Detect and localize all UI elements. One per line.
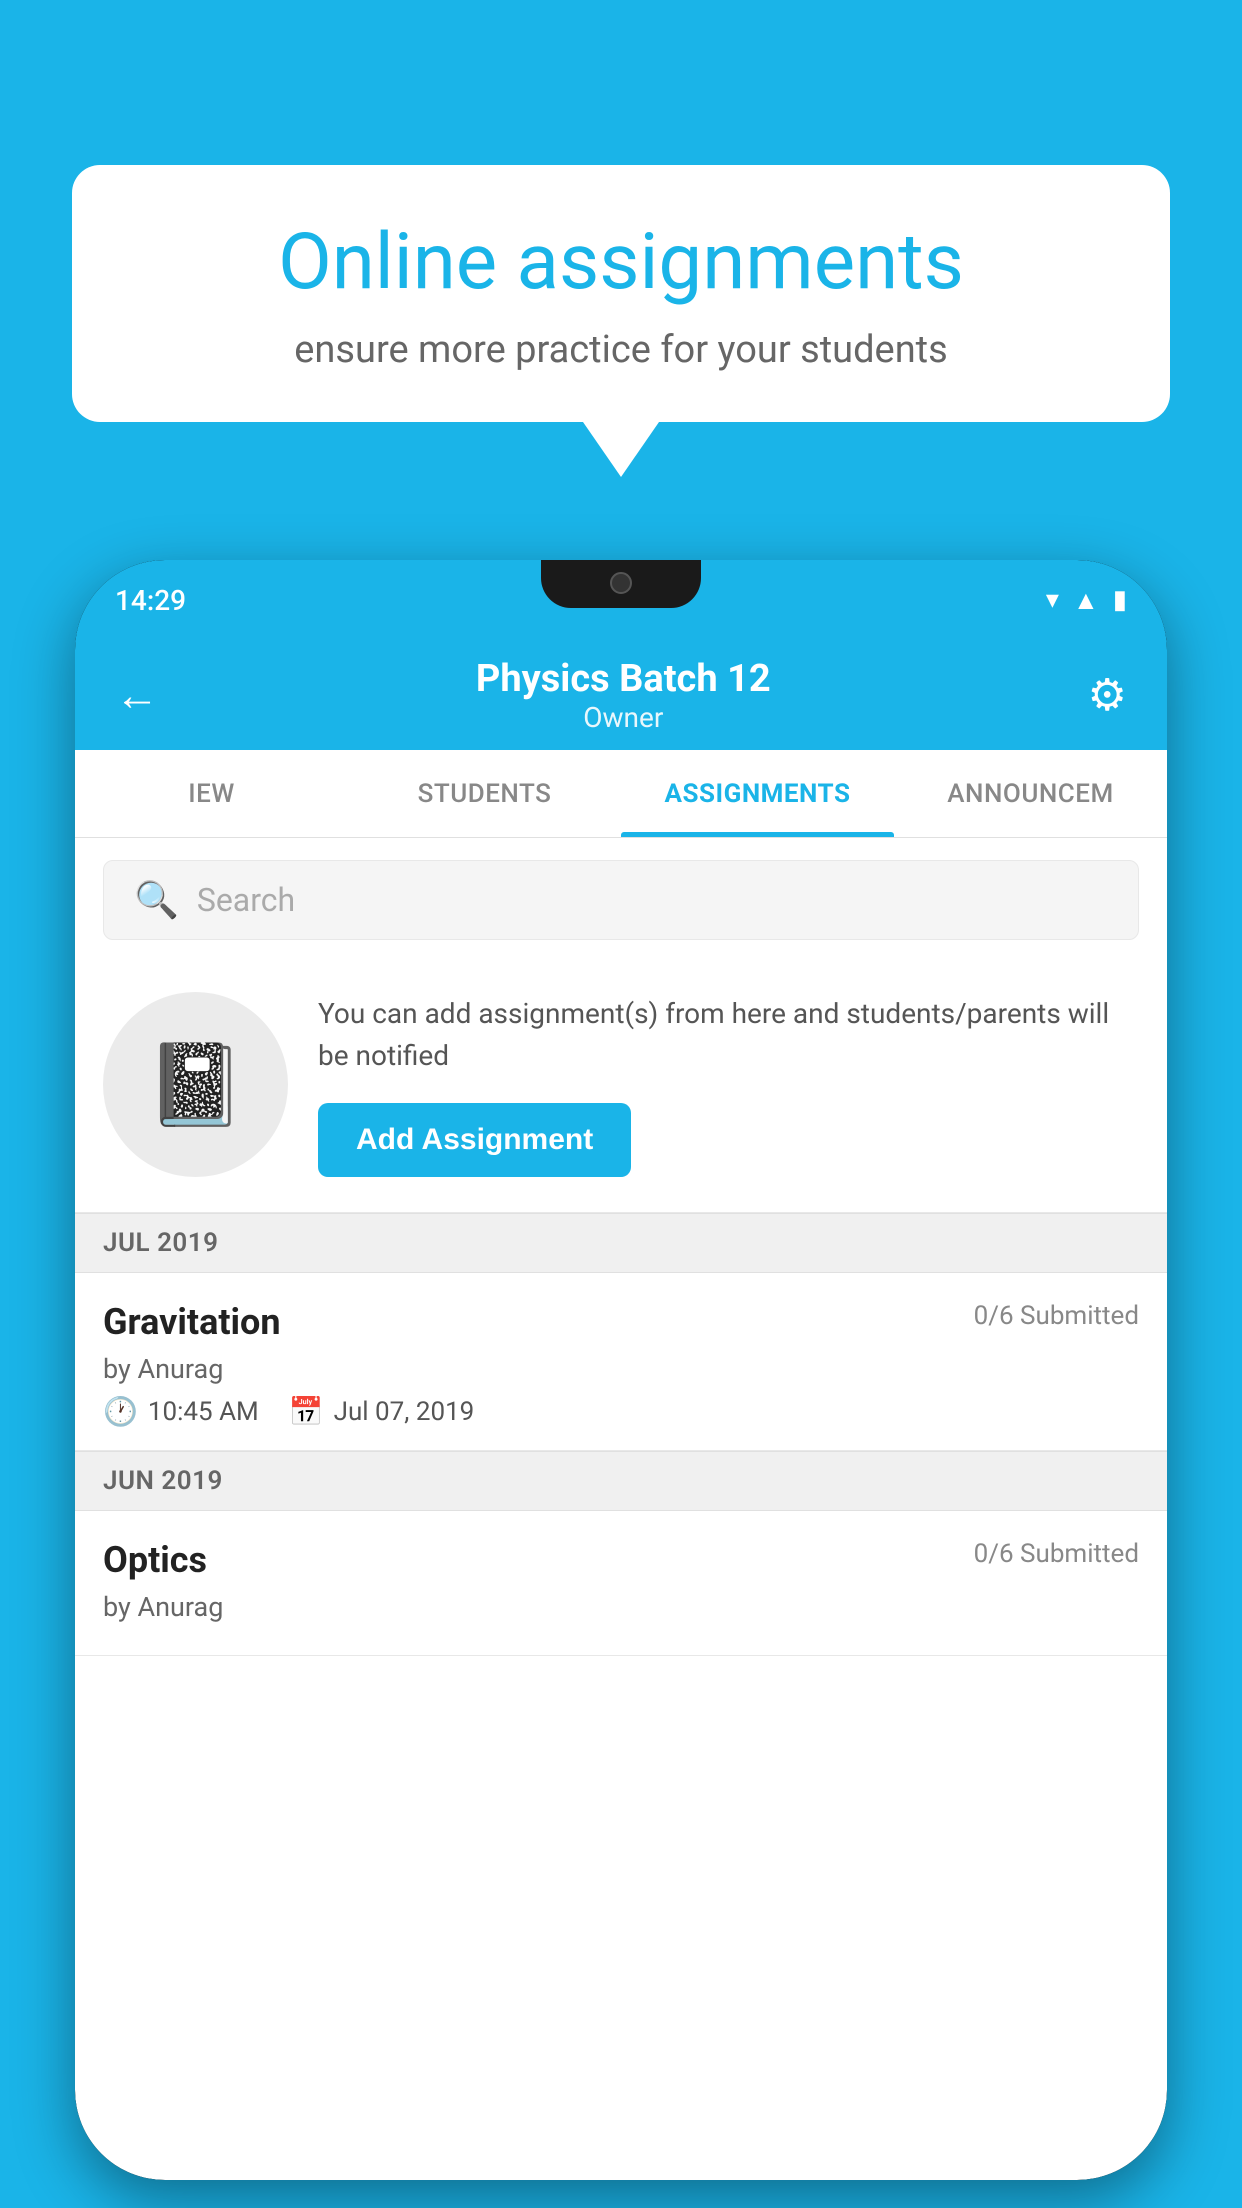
tab-announcements[interactable]: ANNOUNCEM [894,750,1167,837]
assignment-date: 📅 Jul 07, 2019 [289,1395,475,1428]
status-icons: ▾ ▲ ▮ [1046,585,1127,616]
clock-icon: 🕐 [103,1395,138,1428]
search-icon: 🔍 [134,879,179,921]
assignment-top-row-2: Optics 0/6 Submitted [103,1539,1139,1581]
assignment-gravitation[interactable]: Gravitation 0/6 Submitted by Anurag 🕐 10… [75,1273,1167,1451]
assignment-by: by Anurag [103,1353,1139,1385]
assignment-icon-circle: 📓 [103,992,288,1177]
time-value: 10:45 AM [148,1397,259,1427]
tab-assignments[interactable]: ASSIGNMENTS [621,750,894,837]
phone-frame: 14:29 ▾ ▲ ▮ ← Physics Batch 12 Owner ⚙ I… [75,560,1167,2180]
assignment-by-optics: by Anurag [103,1591,1139,1623]
assignment-time: 🕐 10:45 AM [103,1395,259,1428]
assignment-title-optics: Optics [103,1539,207,1581]
notch [541,560,701,608]
back-button[interactable]: ← [115,669,159,721]
battery-icon: ▮ [1113,585,1127,615]
status-bar: 14:29 ▾ ▲ ▮ [75,560,1167,640]
speech-bubble: Online assignments ensure more practice … [72,165,1170,422]
date-value: Jul 07, 2019 [334,1397,475,1427]
calendar-icon: 📅 [289,1395,324,1428]
section-jul-2019: JUL 2019 [75,1213,1167,1273]
tab-overview[interactable]: IEW [75,750,348,837]
notebook-icon: 📓 [146,1038,246,1132]
speech-bubble-arrow [583,422,659,477]
app-header: ← Physics Batch 12 Owner ⚙ [75,640,1167,750]
assignment-optics[interactable]: Optics 0/6 Submitted by Anurag [75,1511,1167,1656]
speech-bubble-container: Online assignments ensure more practice … [72,165,1170,477]
tab-students[interactable]: STUDENTS [348,750,621,837]
search-placeholder: Search [197,881,295,919]
tab-bar: IEW STUDENTS ASSIGNMENTS ANNOUNCEM [75,750,1167,838]
assignment-title: Gravitation [103,1301,281,1343]
settings-icon[interactable]: ⚙ [1088,669,1127,721]
section-jun-2019: JUN 2019 [75,1451,1167,1511]
info-right: You can add assignment(s) from here and … [318,993,1139,1177]
speech-bubble-title: Online assignments [132,220,1110,306]
phone-time: 14:29 [115,584,186,617]
info-text: You can add assignment(s) from here and … [318,993,1139,1077]
scrollable-content: 🔍 Search 📓 You can add assignment(s) fro… [75,838,1167,2180]
speech-bubble-subtitle: ensure more practice for your students [132,328,1110,372]
wifi-icon: ▾ [1046,585,1059,615]
search-container: 🔍 Search [75,838,1167,962]
batch-title: Physics Batch 12 [159,657,1088,701]
info-box: 📓 You can add assignment(s) from here an… [75,962,1167,1213]
submitted-count: 0/6 Submitted [974,1301,1139,1331]
batch-role: Owner [159,701,1088,734]
add-assignment-button[interactable]: Add Assignment [318,1103,631,1177]
phone-screen: 14:29 ▾ ▲ ▮ ← Physics Batch 12 Owner ⚙ I… [75,560,1167,2180]
search-bar[interactable]: 🔍 Search [103,860,1139,940]
header-title-block: Physics Batch 12 Owner [159,657,1088,734]
front-camera [610,572,632,594]
assignment-meta: 🕐 10:45 AM 📅 Jul 07, 2019 [103,1395,1139,1428]
signal-icon: ▲ [1073,585,1099,616]
submitted-count-optics: 0/6 Submitted [974,1539,1139,1569]
assignment-top-row: Gravitation 0/6 Submitted [103,1301,1139,1343]
